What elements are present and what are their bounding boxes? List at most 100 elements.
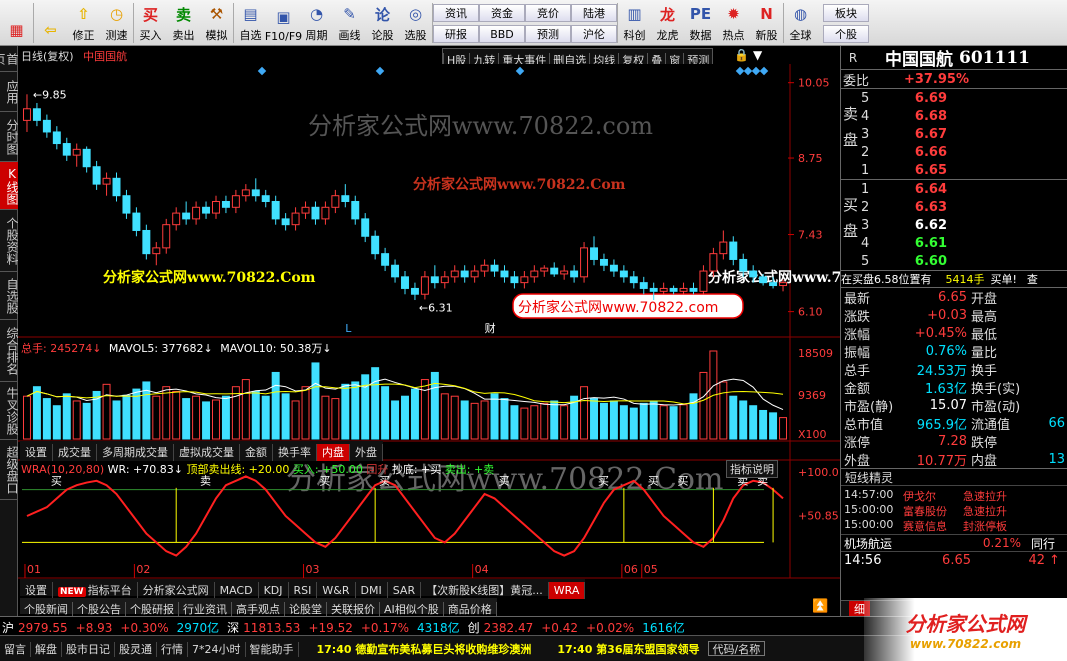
toolbar.buttons2-0[interactable]: ▥ 科创	[618, 0, 651, 46]
stat-row: 振幅 0.76% 量比	[841, 342, 1067, 361]
volume-tab[interactable]: 金额	[240, 444, 273, 461]
indicator-tab[interactable]: MACD	[215, 582, 259, 599]
toolbar-pair-button[interactable]: 板块	[823, 3, 869, 22]
toolbar.buttons-12[interactable]: ◎ 选股	[399, 0, 432, 46]
toolbar-pair-button[interactable]: 沪伦	[571, 24, 617, 43]
book-row[interactable]: 2 6.66	[841, 143, 1067, 161]
book-row[interactable]: 1 6.64	[841, 180, 1067, 198]
book-row[interactable]: 4 6.61	[841, 234, 1067, 252]
toolbar.buttons-3[interactable]: ◷ 测速	[100, 0, 133, 46]
new-badge: NEW	[58, 587, 86, 597]
news-ticker-2[interactable]: 17:40 第36届东盟国家领导	[553, 642, 703, 657]
indicator-tab[interactable]: DMI	[356, 582, 388, 599]
indicator-tab[interactable]: W&R	[317, 582, 356, 599]
news-ticker-1[interactable]: 17:40 德勤宣布美私募巨头将收购维珍澳洲	[313, 642, 536, 657]
pe-icon: PE	[689, 5, 712, 23]
toolbar.buttons-9[interactable]: ◔ 周期	[300, 0, 333, 46]
bottom-item[interactable]: 7*24小时	[188, 642, 246, 657]
indicator-tab[interactable]: SAR	[388, 582, 422, 599]
toolbar.buttons2-4[interactable]: N 新股	[750, 0, 783, 46]
sidebar-item-1[interactable]: 应用	[0, 72, 19, 112]
short-row[interactable]: 15:00:00 赛意信息 封涨停板	[841, 518, 1067, 533]
indicator-tab[interactable]: 设置	[20, 582, 53, 599]
volume-tab[interactable]: 换手率	[273, 444, 317, 461]
volume-tab[interactable]: 虚拟成交量	[174, 444, 240, 461]
volume-tab[interactable]: 外盘	[350, 444, 383, 461]
sector-more[interactable]: 同行	[1031, 535, 1055, 552]
toolbar-pair-button[interactable]: 预测	[525, 24, 571, 43]
book-row[interactable]: 5 6.69	[841, 89, 1067, 107]
code-search-button[interactable]: 代码/名称	[707, 641, 766, 656]
toolbar.buttons-8[interactable]: ▣ F10/F9	[265, 0, 302, 46]
bottom-item[interactable]: 股灵通	[115, 642, 157, 657]
bottom-item[interactable]: 股市日记	[62, 642, 115, 657]
bottom-item[interactable]: 行情	[157, 642, 188, 657]
book-row[interactable]: 2 6.63	[841, 198, 1067, 216]
bottom-item[interactable]: 解盘	[31, 642, 62, 657]
toolbar-pair-button[interactable]: BBD	[479, 24, 525, 43]
toolbar-pair-button[interactable]: 资讯	[433, 3, 479, 22]
indicator-tab[interactable]: NEW 指标平台	[53, 582, 138, 599]
toolbar.buttons-5[interactable]: 卖卖出	[167, 0, 200, 46]
toolbar-pair-button[interactable]: 资金	[479, 3, 525, 22]
toolbar-pair-button[interactable]: 竞价	[525, 3, 571, 22]
period-label[interactable]: 日线(复权)	[21, 50, 74, 63]
toolbar.buttons2-2[interactable]: PE 数据	[684, 0, 717, 46]
position-more[interactable]: 查	[1027, 271, 1038, 287]
volume-tab[interactable]: 内盘	[317, 444, 350, 461]
indicator-tab[interactable]: 【次新股K线图】黄冠...	[421, 582, 549, 599]
book-row[interactable]: 3 6.67	[841, 125, 1067, 143]
toolbar-pair: 资金 BBD	[479, 0, 525, 46]
scroll-up-icon[interactable]: ⏫	[812, 599, 828, 614]
volume-bar	[241, 379, 250, 440]
watermark-text: 分析家公式网www.70822.Com	[413, 176, 626, 193]
toolbar.buttons2-1[interactable]: 龙龙虎	[651, 0, 684, 46]
toolbar.buttons-1[interactable]: ⇦	[34, 0, 67, 46]
indicator-tab[interactable]: 分析家公式网	[138, 582, 215, 599]
indicator-tab[interactable]: WRA	[548, 582, 586, 599]
sidebar-item-7[interactable]: 牛叉诊股	[0, 382, 19, 440]
sell-book: 卖盘 5 6.69 4 6.68 3 6.67 2 6.66 1 6.65	[841, 89, 1067, 180]
short-row[interactable]: 14:57:00 伊戈尔 急速拉升	[841, 488, 1067, 503]
lock-icon[interactable]: 🔒	[734, 48, 753, 62]
bottom-item[interactable]: 留言	[0, 642, 31, 657]
indicator-help-button[interactable]: 指标说明	[726, 460, 778, 478]
indicator-tab[interactable]: KDJ	[259, 582, 289, 599]
sidebar-item-5[interactable]: 自选股	[0, 272, 19, 320]
sidebar-item-2[interactable]: 分时图	[0, 112, 19, 162]
toolbar.buttons-2[interactable]: ⇧ 修正	[67, 0, 100, 46]
volume-bar	[341, 383, 350, 440]
sidebar-item-3[interactable]: K线图	[0, 162, 19, 210]
toolbar.buttons-4[interactable]: 买买入	[134, 0, 167, 46]
toolbar.buttons-10[interactable]: ✎ 画线	[333, 0, 366, 46]
book-row[interactable]: 5 6.60	[841, 252, 1067, 270]
toolbar.buttons-0[interactable]: ▦	[0, 0, 33, 46]
short-title[interactable]: 短线精灵	[841, 469, 1067, 486]
toolbar.buttons-11[interactable]: 论论股	[366, 0, 399, 46]
candle-body	[221, 201, 230, 208]
bottom-item[interactable]: 智能助手	[246, 642, 299, 657]
menu-icon[interactable]: ▼	[753, 48, 766, 62]
indicator-tab[interactable]: RSI	[289, 582, 318, 599]
toolbar-pair-button[interactable]: 个股	[823, 24, 869, 43]
chart-tools[interactable]: 🔒▼	[734, 48, 786, 65]
toolbar.buttons2-5[interactable]: ◍ 全球	[784, 0, 817, 46]
volume-tab[interactable]: 多周期成交量	[97, 444, 174, 461]
sidebar-item-0[interactable]: 首页	[0, 46, 19, 72]
toolbar-pair-button[interactable]: 陆港	[571, 3, 617, 22]
sidebar-item-8[interactable]: 超级盘口	[0, 440, 19, 500]
sector-name[interactable]: 机场航运	[841, 535, 921, 552]
sidebar-item-4[interactable]: 个股资料	[0, 210, 19, 272]
quote-panel: R 中国国航 601111 委比 +37.95% 卖盘 5 6.69 4 6.68 3 6.6…	[840, 46, 1067, 617]
toolbar.buttons-7[interactable]: ▤ 自选	[234, 0, 267, 46]
toolbar.buttons2-3[interactable]: ✹ 热点	[717, 0, 750, 46]
toolbar-pair-button[interactable]: 研报	[433, 24, 479, 43]
sidebar-item-6[interactable]: 综合排名	[0, 320, 19, 382]
short-row[interactable]: 15:00:00 富春股份 急速拉升	[841, 503, 1067, 518]
toolbar.buttons-6[interactable]: ⚒ 模拟	[200, 0, 233, 46]
book-row[interactable]: 4 6.68	[841, 107, 1067, 125]
volume-tab[interactable]: 成交量	[53, 444, 97, 461]
book-row[interactable]: 1 6.65	[841, 161, 1067, 179]
book-row[interactable]: 3 6.62	[841, 216, 1067, 234]
volume-tab[interactable]: 设置	[20, 444, 53, 461]
